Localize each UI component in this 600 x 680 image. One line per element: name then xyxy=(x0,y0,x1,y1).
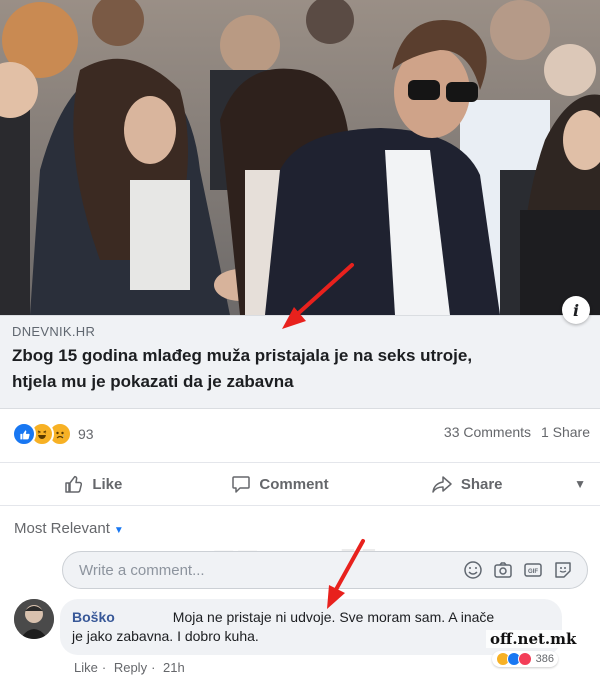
link-headline[interactable]: Zbog 15 godina mlađeg muža pristajala je… xyxy=(12,343,588,395)
comments-count-link[interactable]: 33 Comments xyxy=(444,424,531,440)
headline-line-1: Zbog 15 godina mlađeg muža pristajala je… xyxy=(12,346,473,365)
comments-shares: 33 Comments 1 Share xyxy=(438,424,590,440)
comment-label: Comment xyxy=(259,475,329,493)
headline-line-2: htjela mu je pokazati da je zabavna xyxy=(12,372,294,391)
gif-icon[interactable]: GIF xyxy=(523,560,543,580)
reaction-count: 93 xyxy=(78,426,94,442)
svg-text:GIF: GIF xyxy=(528,569,538,575)
share-options-caret-icon[interactable]: ▼ xyxy=(560,477,600,491)
comment-time[interactable]: 21h xyxy=(163,660,185,675)
chevron-down-icon: ▼ xyxy=(113,525,124,536)
post-stats: 93 33 Comments 1 Share xyxy=(0,420,600,448)
love-icon xyxy=(517,652,532,666)
like-reaction-icon xyxy=(12,422,36,446)
post-photo[interactable] xyxy=(0,0,600,315)
link-domain: DNEVNIK.HR xyxy=(12,324,96,339)
share-label: Share xyxy=(460,475,503,493)
shares-count-link[interactable]: 1 Share xyxy=(541,424,590,440)
comment-reactions[interactable]: 386 xyxy=(491,651,558,667)
input-icons: GIF xyxy=(463,560,573,580)
emoji-icon[interactable] xyxy=(463,560,483,580)
site-watermark: off.net.mk xyxy=(486,630,581,648)
comment-input-box[interactable]: GIF xyxy=(62,551,588,589)
comment-sort-dropdown[interactable]: Most Relevant ▼ xyxy=(14,520,124,537)
comment-button[interactable]: Comment xyxy=(187,474,374,494)
comment-meta: Like · Reply · 21h xyxy=(74,660,185,675)
camera-icon[interactable] xyxy=(493,560,513,580)
info-icon[interactable]: i xyxy=(562,296,590,324)
link-preview[interactable]: DNEVNIK.HR Zbog 15 godina mlađeg muža pr… xyxy=(0,315,600,409)
comment-line-1: Moja ne pristaje ni udvoje. Sve moram sa… xyxy=(172,609,495,625)
like-label: Like xyxy=(92,475,123,493)
comment-line-2: je jako zabavna. I dobro kuha. xyxy=(72,628,259,644)
share-arrow-icon xyxy=(432,476,452,493)
comment-reply-link[interactable]: Reply xyxy=(114,660,147,675)
reactions-summary[interactable]: 93 xyxy=(12,422,94,446)
sticker-icon[interactable] xyxy=(553,560,573,580)
sort-label: Most Relevant xyxy=(14,520,110,537)
comment-reaction-count: 386 xyxy=(535,653,554,665)
like-button[interactable]: Like xyxy=(0,474,187,494)
comment-like-link[interactable]: Like xyxy=(74,660,98,675)
avatar[interactable] xyxy=(14,599,54,639)
comment-author[interactable]: Boško xyxy=(72,609,115,625)
comment-icon xyxy=(232,476,251,493)
thumbs-up-icon xyxy=(65,475,83,493)
share-button[interactable]: Share xyxy=(373,474,560,494)
comment-input[interactable] xyxy=(77,561,431,580)
post-actions: Like Comment Share ▼ xyxy=(0,462,600,506)
comment-text: Boško Moja ne pristaje ni udvoje. Sve mor… xyxy=(72,608,550,646)
